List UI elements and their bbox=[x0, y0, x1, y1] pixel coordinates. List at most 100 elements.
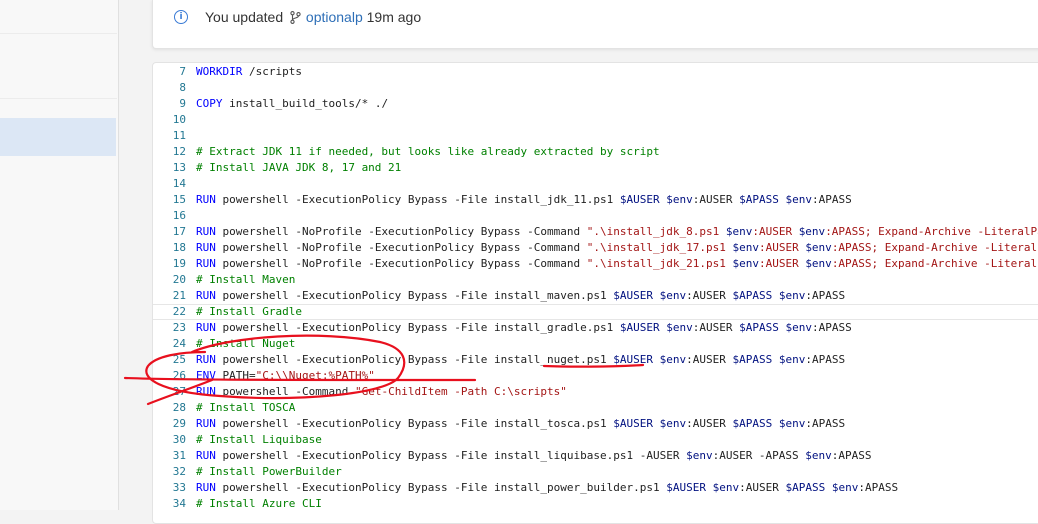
code-token: $env bbox=[778, 417, 806, 430]
code-token: $APASS bbox=[732, 353, 773, 366]
notification-time: 19m ago bbox=[366, 9, 422, 25]
update-notification: i You updated optionalp 19m ago bbox=[152, 0, 1038, 49]
line-number: 17 bbox=[172, 225, 186, 238]
code-token: :AUSER bbox=[739, 481, 786, 494]
line-number: 10 bbox=[172, 113, 186, 126]
code-token: $APASS bbox=[739, 321, 779, 334]
code-viewer[interactable]: 7 WORKDIR /scripts 8 9 COPY install_build_to… bbox=[152, 62, 1038, 524]
code-token: :AUSER bbox=[758, 257, 806, 270]
code-token: $env bbox=[666, 321, 693, 334]
code-line: 22 # Install Gradle bbox=[153, 304, 1038, 320]
code-token: $env bbox=[732, 257, 759, 270]
code-line: 30 # Install Liquibase bbox=[153, 432, 1038, 448]
line-code: WORKDIR /scripts bbox=[196, 64, 302, 80]
notification-prefix: You updated bbox=[205, 9, 284, 25]
code-token: RUN bbox=[196, 321, 216, 334]
code-line: 29 RUN powershell -ExecutionPolicy Bypass… bbox=[153, 416, 1038, 432]
code-token: # Install Gradle bbox=[196, 305, 302, 318]
code-line: 24 # Install Nuget bbox=[153, 336, 1038, 352]
line-number: 25 bbox=[172, 353, 186, 366]
sidebar-selected-item[interactable] bbox=[0, 118, 116, 156]
code-token: :APASS bbox=[811, 193, 852, 206]
code-token: :APASS bbox=[805, 353, 846, 366]
code-token: # Install Liquibase bbox=[196, 433, 322, 446]
code-token: /scripts bbox=[242, 65, 302, 78]
code-token: ".\install_jdk_21.ps1 bbox=[586, 257, 733, 270]
line-number: 7 bbox=[179, 65, 186, 78]
code-token: :AUSER bbox=[758, 241, 806, 254]
info-icon: i bbox=[174, 10, 188, 24]
code-token: RUN bbox=[196, 449, 216, 462]
code-line: 28 # Install TOSCA bbox=[153, 400, 1038, 416]
line-number: 19 bbox=[172, 257, 186, 270]
line-code: # Install PowerBuilder bbox=[196, 464, 342, 480]
code-line: 32 # Install PowerBuilder bbox=[153, 464, 1038, 480]
code-token: # Extract JDK 11 if needed, but looks li… bbox=[196, 145, 660, 158]
code-line: 16 bbox=[153, 208, 1038, 224]
line-number: 13 bbox=[172, 161, 186, 174]
code-token: powershell -Command bbox=[215, 385, 355, 398]
code-line: 17 RUN powershell -NoProfile -ExecutionPo… bbox=[153, 224, 1038, 240]
line-code: RUN powershell -Command "Get-ChildItem -… bbox=[196, 384, 567, 400]
code-token: $env bbox=[725, 225, 753, 238]
line-number: 14 bbox=[172, 177, 186, 190]
code-line: 9 COPY install_build_tools/* ./ bbox=[153, 96, 1038, 112]
code-token: $env bbox=[785, 193, 812, 206]
code-line: 11 bbox=[153, 128, 1038, 144]
code-token: :APASS bbox=[805, 417, 846, 430]
line-code: # Install Nuget bbox=[196, 336, 295, 352]
code-token: $AUSER bbox=[613, 417, 653, 430]
code-token: $env bbox=[798, 225, 826, 238]
code-token: RUN bbox=[196, 225, 216, 238]
code-token: :AUSER bbox=[686, 289, 733, 302]
code-token: ENV bbox=[196, 369, 216, 382]
line-number: 31 bbox=[172, 449, 186, 462]
code-token: $APASS bbox=[732, 417, 773, 430]
line-code: ENV PATH="C:\\Nuget;%PATH%" bbox=[196, 368, 375, 384]
code-token: $env bbox=[659, 353, 687, 366]
code-line: 23 RUN powershell -ExecutionPolicy Bypass… bbox=[153, 320, 1038, 336]
code-line: 33 RUN powershell -ExecutionPolicy Bypass… bbox=[153, 480, 1038, 496]
code-token: powershell -ExecutionPolicy Bypass -File… bbox=[215, 193, 620, 206]
branch-link[interactable]: optionalp bbox=[306, 9, 363, 25]
code-token: RUN bbox=[196, 417, 216, 430]
line-number: 30 bbox=[172, 433, 186, 446]
line-code: RUN powershell -ExecutionPolicy Bypass -… bbox=[196, 288, 845, 304]
code-token: :APASS bbox=[811, 321, 852, 334]
line-code: # Install Liquibase bbox=[196, 432, 322, 448]
code-token: "C:\\Nuget;%PATH%" bbox=[255, 369, 375, 382]
code-token: PATH= bbox=[215, 369, 256, 382]
notification-text: You updated optionalp 19m ago bbox=[205, 9, 421, 25]
line-number: 32 bbox=[172, 465, 186, 478]
code-token: powershell -ExecutionPolicy Bypass -File… bbox=[215, 417, 614, 430]
code-token: :APASS; Expand-Archive -LiteralPath bbox=[825, 225, 1038, 238]
code-token: :APASS bbox=[858, 481, 899, 494]
line-number: 12 bbox=[172, 145, 186, 158]
code-token: $AUSER bbox=[666, 481, 706, 494]
code-line: 27 RUN powershell -Command "Get-ChildItem… bbox=[153, 384, 1038, 400]
code-token: RUN bbox=[196, 385, 216, 398]
code-token: $env bbox=[659, 417, 687, 430]
sidebar bbox=[0, 0, 119, 510]
line-number: 15 bbox=[172, 193, 186, 206]
code-token: $AUSER bbox=[613, 353, 653, 366]
line-code: RUN powershell -ExecutionPolicy Bypass -… bbox=[196, 320, 852, 336]
code-lines: 7 WORKDIR /scripts 8 9 COPY install_build_to… bbox=[153, 64, 1038, 512]
code-token: RUN bbox=[196, 481, 216, 494]
code-token: COPY bbox=[196, 97, 223, 110]
code-token: :AUSER bbox=[686, 417, 733, 430]
code-token: # Install Azure CLI bbox=[196, 497, 322, 510]
code-token: $env bbox=[805, 449, 832, 462]
code-token: RUN bbox=[196, 353, 216, 366]
code-token: $APASS bbox=[739, 193, 779, 206]
code-token: $env bbox=[732, 241, 759, 254]
line-code: RUN powershell -ExecutionPolicy Bypass -… bbox=[196, 192, 852, 208]
code-token: $env bbox=[659, 289, 687, 302]
line-number: 8 bbox=[179, 81, 186, 94]
line-number: 21 bbox=[172, 289, 186, 302]
line-code: RUN powershell -NoProfile -ExecutionPoli… bbox=[196, 240, 1038, 256]
